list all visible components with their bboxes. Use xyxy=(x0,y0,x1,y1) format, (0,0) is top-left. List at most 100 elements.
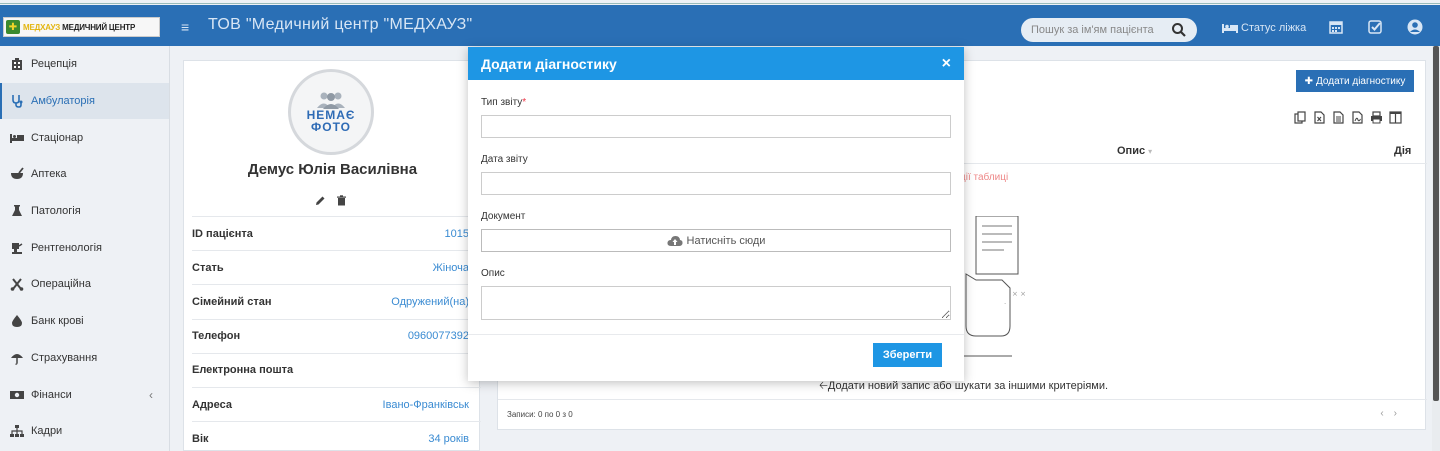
patient-info-row: ID пацієнта 1015 xyxy=(192,216,481,250)
delete-trash-icon[interactable] xyxy=(336,195,347,206)
svg-text:× ×: × × xyxy=(1012,290,1026,298)
info-label: Адреса xyxy=(192,398,232,411)
table-footer: Записи: 0 по 0 з 0 ‹› xyxy=(498,399,1427,431)
top-border xyxy=(0,0,1440,4)
close-icon[interactable]: × xyxy=(942,55,951,73)
print-icon[interactable] xyxy=(1370,111,1383,124)
brand-emblem-icon: ✚ xyxy=(6,20,20,34)
report-type-label: Тип звіту* xyxy=(481,97,527,108)
top-header: ✚ МЕДХАУЗ МЕДИЧНИЙ ЦЕНТР ≡ ТОВ "Медичний… xyxy=(0,5,1440,46)
cloud-upload-icon xyxy=(666,235,683,246)
sidebar-item-inpatient[interactable]: Стаціонар xyxy=(0,119,169,156)
tasks-check-icon[interactable] xyxy=(1367,19,1383,35)
pdf-icon[interactable] xyxy=(1351,111,1364,124)
patient-actions xyxy=(315,195,347,206)
csv-icon[interactable] xyxy=(1332,111,1345,124)
columns-icon[interactable] xyxy=(1389,111,1402,124)
no-photo-avatar: НЕМАЄ ФОТО xyxy=(288,69,374,155)
prev-page-icon[interactable]: ‹ xyxy=(1380,408,1393,419)
umbrella-icon xyxy=(11,353,23,365)
patient-info-row: Сімейний стан Одружений(на) xyxy=(192,284,481,318)
brand-logo[interactable]: ✚ МЕДХАУЗ МЕДИЧНИЙ ЦЕНТР xyxy=(3,17,160,37)
sidebar-item-finance[interactable]: Фінанси ‹ xyxy=(0,376,169,413)
plus-icon: ✚ xyxy=(1304,75,1314,87)
sidebar-item-reception[interactable]: Рецепція xyxy=(0,46,169,83)
menu-toggle-icon[interactable]: ≡ xyxy=(181,19,189,35)
page-scrollbar-thumb[interactable] xyxy=(1433,46,1439,401)
patient-info-row: Адреса Івано-Франківськ xyxy=(192,386,481,421)
edit-pencil-icon[interactable] xyxy=(315,195,326,206)
sidebar-item-radiology[interactable]: Рентгенологія xyxy=(0,229,169,266)
info-label: ID пацієнта xyxy=(192,227,253,240)
add-diagnostics-label: Додати діагностику xyxy=(1316,75,1406,87)
sidebar-item-label: Кадри xyxy=(31,425,63,438)
sidebar-item-insurance[interactable]: Страхування xyxy=(0,340,169,377)
column-header-action: Дія xyxy=(1394,145,1412,157)
stethoscope-icon xyxy=(12,95,23,108)
table-toolbar xyxy=(1294,111,1402,124)
info-value: 1015 xyxy=(444,227,469,240)
info-label: Стать xyxy=(192,261,224,274)
description-textarea[interactable] xyxy=(481,286,951,320)
patient-info-list: ID пацієнта 1015 Стать Жіноча Сімейний ста… xyxy=(192,216,481,451)
info-value: Жіноча xyxy=(432,261,469,274)
building-icon xyxy=(12,58,22,71)
drop-icon xyxy=(12,315,22,328)
chevron-left-icon: ‹ xyxy=(149,387,153,402)
patient-info-row: Телефон 0960077392 xyxy=(192,318,481,353)
svg-text:· ·: · · xyxy=(1004,300,1011,308)
pagination: ‹› xyxy=(1380,408,1407,419)
info-label: Телефон xyxy=(192,330,241,343)
user-avatar-icon[interactable] xyxy=(1407,19,1423,35)
description-label: Опис xyxy=(481,268,505,279)
sidebar-item-pathology[interactable]: Патологія xyxy=(0,193,169,230)
add-diagnostics-button[interactable]: ✚ Додати діагностику xyxy=(1296,70,1414,92)
sidebar-item-label: Банк крові xyxy=(31,315,84,328)
search-icon[interactable] xyxy=(1171,22,1187,38)
app-title: ТОВ "Медичний центр "МЕДХАУЗ" xyxy=(208,16,473,33)
people-icon xyxy=(317,92,345,109)
flask-icon xyxy=(12,205,22,217)
info-label: Вік xyxy=(192,432,209,445)
sidebar-item-label: Стаціонар xyxy=(31,131,84,144)
sidebar-item-surgery[interactable]: Операційна xyxy=(0,266,169,303)
sidebar: Рецепція Амбулаторія Стаціонар Аптека Па… xyxy=(0,46,170,451)
copy-icon[interactable] xyxy=(1294,111,1307,124)
bed-status-link[interactable]: Статус ліжка xyxy=(1222,22,1306,34)
info-value: Івано-Франківськ xyxy=(382,398,469,411)
upload-label: Натисніть сюди xyxy=(686,234,766,247)
modal-footer: Зберегти xyxy=(468,334,964,381)
excel-icon[interactable] xyxy=(1313,111,1326,124)
patient-info-row: Вік 34 років xyxy=(192,421,481,451)
sidebar-item-hr[interactable]: Кадри xyxy=(0,413,169,450)
report-type-input[interactable] xyxy=(481,115,951,138)
sidebar-item-outpatient[interactable]: Амбулаторія xyxy=(0,82,169,120)
report-date-label: Дата звіту xyxy=(481,154,528,165)
description-field: Опис xyxy=(481,268,951,323)
xray-icon xyxy=(12,242,23,254)
info-label: Електронна пошта xyxy=(192,364,294,377)
calendar-icon[interactable] xyxy=(1328,19,1344,35)
bed-status-label: Статус ліжка xyxy=(1241,22,1307,34)
next-page-icon[interactable]: › xyxy=(1394,408,1407,419)
info-value: 0960077392 xyxy=(407,330,469,343)
mortar-icon xyxy=(11,167,24,180)
modal-header: Додати діагностику × xyxy=(468,47,964,80)
patient-search[interactable] xyxy=(1021,18,1197,42)
save-button[interactable]: Зберегти xyxy=(873,343,942,367)
column-header-description[interactable]: Опис ▾ xyxy=(1117,145,1152,157)
arrow-left-icon: 🡠 xyxy=(819,380,828,392)
sidebar-item-pharmacy[interactable]: Аптека xyxy=(0,156,169,193)
sidebar-item-label: Амбулаторія xyxy=(31,95,95,108)
report-type-field: Тип звіту* xyxy=(481,97,951,138)
document-upload-button[interactable]: Натисніть сюди xyxy=(481,229,951,252)
sidebar-item-label: Операційна xyxy=(31,278,91,291)
empty-table-message: ції таблиці xyxy=(960,172,1009,183)
sidebar-item-blood-bank[interactable]: Банк крові xyxy=(0,303,169,340)
report-date-input[interactable] xyxy=(481,172,951,195)
sidebar-item-label: Рецепція xyxy=(31,58,77,71)
scissors-icon xyxy=(10,278,24,292)
required-mark: * xyxy=(522,97,527,108)
money-icon xyxy=(10,390,24,399)
search-input[interactable] xyxy=(1031,24,1171,36)
